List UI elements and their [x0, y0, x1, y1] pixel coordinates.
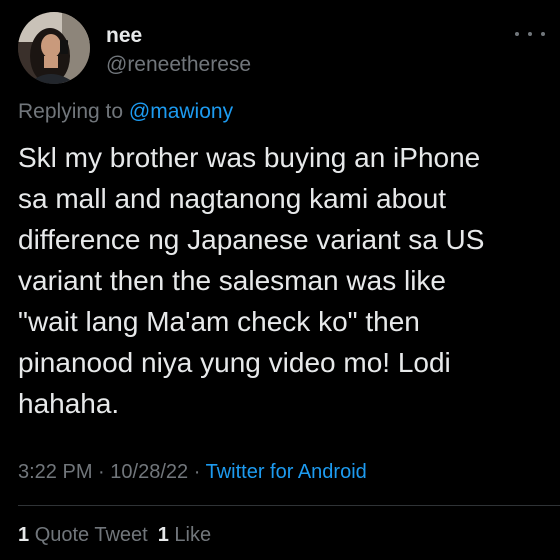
tweet-text-line: sa mall and nagtanong kami about: [18, 183, 447, 214]
display-name[interactable]: nee: [106, 23, 142, 49]
likes-label: Like: [174, 524, 212, 546]
tweet-text-line: Skl my brother was buying an iPhone: [18, 142, 481, 173]
divider: [18, 505, 560, 506]
avatar-photo: [18, 12, 90, 84]
tweet-text-line: difference ng Japanese variant sa US: [18, 224, 485, 255]
tweet-source-link[interactable]: Twitter for Android: [206, 461, 367, 483]
more-horizontal-icon: [541, 32, 545, 36]
replying-to-label: Replying to: [18, 100, 124, 123]
replying-to: Replying to @mawiony: [18, 98, 233, 126]
quote-tweets-label: Quote Tweet: [34, 524, 148, 546]
tweet-text-line: "wait lang Ma'am check ko" then: [18, 306, 420, 337]
quote-tweets-link[interactable]: 1 Quote Tweet: [18, 524, 148, 546]
quote-tweets-count: 1: [18, 524, 30, 546]
tweet-text-line: pinanood niya yung video mo! Lodi: [18, 347, 451, 378]
tweet-text-line: variant then the salesman was like: [18, 265, 446, 296]
user-handle[interactable]: @reneetherese: [106, 52, 251, 78]
more-horizontal-icon: [515, 32, 519, 36]
tweet-text-line: hahaha.: [18, 388, 120, 419]
tweet-text: Skl my brother was buying an iPhone sa m…: [18, 137, 548, 424]
likes-link[interactable]: 1 Like: [158, 524, 211, 546]
more-options-button[interactable]: [515, 24, 545, 44]
tweet-time-link[interactable]: 3:22 PM: [18, 461, 92, 483]
likes-count: 1: [157, 524, 169, 546]
more-horizontal-icon: [528, 32, 532, 36]
tweet-meta: 3:22 PM · 10/28/22 · Twitter for Android: [18, 458, 367, 486]
avatar[interactable]: [18, 12, 90, 84]
meta-separator: ·: [193, 461, 201, 483]
tweet-date-link[interactable]: 10/28/22: [110, 461, 188, 483]
tweet-stats: 1 Quote Tweet 1 Like: [18, 521, 211, 549]
replying-to-mention-link[interactable]: @mawiony: [129, 100, 233, 123]
meta-separator: ·: [98, 461, 105, 483]
